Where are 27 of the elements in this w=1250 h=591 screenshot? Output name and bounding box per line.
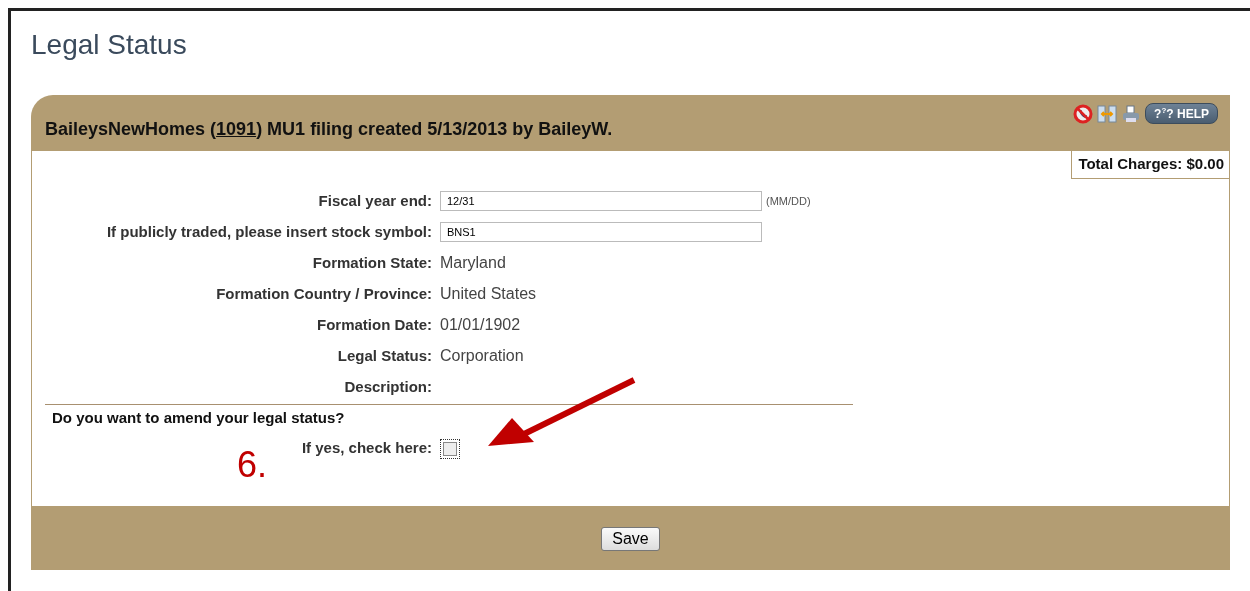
- text-field[interactable]: BNS1: [440, 221, 762, 242]
- field-label: Legal Status:: [336, 346, 432, 366]
- field-value: Maryland: [440, 253, 506, 272]
- field-label: Formation Country / Province:: [215, 284, 432, 304]
- field-label: Formation Date:: [316, 315, 432, 335]
- save-button[interactable]: Save: [601, 526, 660, 551]
- amend-question: Do you want to amend your legal status?: [52, 409, 346, 426]
- amend-checkbox[interactable]: [440, 439, 460, 459]
- filing-title: BaileysNewHomes (1091) MU1 filing created 5/13/2013 by BaileyW.: [45, 118, 613, 140]
- field-value: United States: [440, 284, 537, 303]
- field-label: If publicly traded, please insert stock symbol:: [105, 222, 432, 242]
- format-hint: (MM/DD): [766, 194, 811, 207]
- company-id-link[interactable]: 1091: [216, 118, 257, 139]
- checkbox-label: If yes, check here:: [300, 438, 432, 458]
- text-field[interactable]: 12/31: [440, 190, 762, 211]
- field-value: Corporation: [440, 346, 524, 365]
- field-label: Description:: [343, 377, 432, 397]
- page-title: Legal Status: [31, 29, 188, 61]
- compare-icon[interactable]: [1097, 103, 1118, 124]
- field-label: Formation State:: [311, 253, 432, 273]
- field-value: 01/01/1902: [440, 315, 521, 334]
- prohibited-phone-icon[interactable]: [1073, 103, 1094, 124]
- field-label: Fiscal year end:: [317, 191, 432, 211]
- help-button[interactable]: ?$^{?}$? HELP: [1145, 103, 1218, 124]
- printer-icon[interactable]: [1121, 103, 1142, 124]
- step-number: 6.: [237, 444, 268, 486]
- total-charges: Total Charges: $0.00: [1071, 151, 1229, 179]
